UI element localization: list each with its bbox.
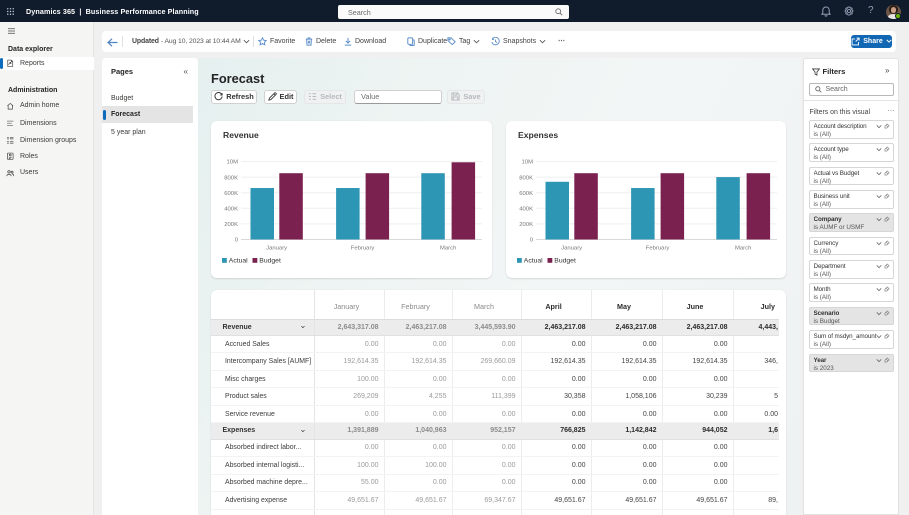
svg-text:Actual: Actual (228, 258, 247, 265)
svg-text:Budget: Budget (554, 258, 576, 265)
svg-text:February: February (645, 246, 669, 252)
svg-text:400K: 400K (519, 207, 533, 213)
svg-text:February: February (350, 246, 374, 252)
svg-text:0: 0 (234, 238, 238, 244)
svg-text:0: 0 (529, 238, 533, 244)
svg-text:200K: 200K (519, 222, 533, 228)
svg-text:January: January (266, 246, 287, 252)
svg-text:10M: 10M (226, 160, 238, 166)
svg-text:200K: 200K (224, 222, 238, 228)
svg-text:Budget: Budget (259, 258, 281, 265)
svg-text:600K: 600K (224, 191, 238, 197)
svg-text:March: March (440, 246, 456, 252)
svg-text:800K: 800K (224, 175, 238, 181)
svg-text:800K: 800K (519, 175, 533, 181)
svg-text:Revenue: Revenue (223, 130, 259, 140)
svg-text:March: March (735, 246, 751, 252)
svg-text:January: January (561, 246, 582, 252)
svg-text:Actual: Actual (523, 258, 542, 265)
svg-text:400K: 400K (224, 207, 238, 213)
svg-text:Expenses: Expenses (518, 130, 558, 140)
svg-text:10M: 10M (521, 160, 533, 166)
svg-text:600K: 600K (519, 191, 533, 197)
